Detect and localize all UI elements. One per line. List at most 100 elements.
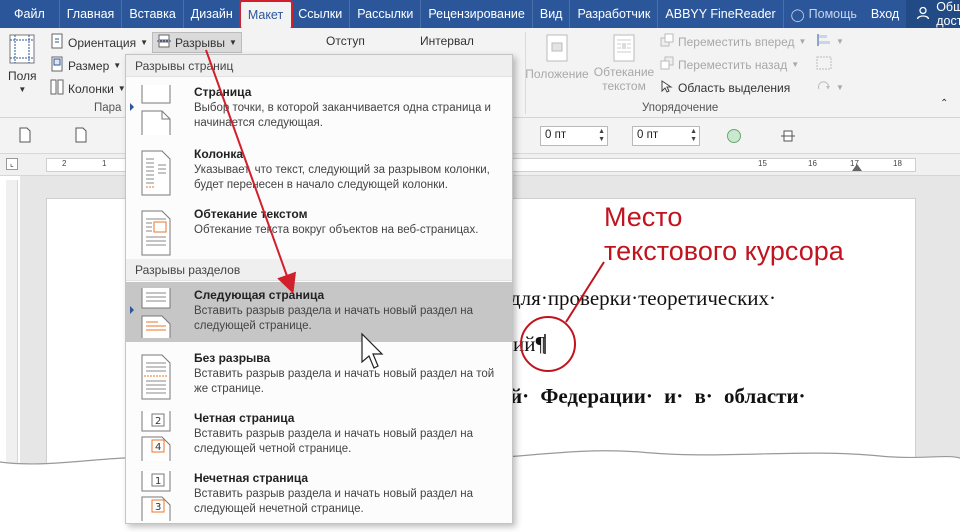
spacing-after-value: 0 пт xyxy=(637,129,659,141)
menu-item-text-wrapping[interactable]: Обтекание текстом Обтекание текста вокру… xyxy=(126,201,512,261)
ribbon-tab-bar: Файл Главная Вставка Дизайн Макет Ссылки… xyxy=(0,0,960,30)
current-marker-icon xyxy=(130,306,134,314)
menu-item-continuous[interactable]: Без разрыва Вставить разрыв раздела и на… xyxy=(126,345,512,405)
tab-mailings[interactable]: Рассылки xyxy=(350,0,422,28)
right-indent-marker[interactable] xyxy=(852,164,862,171)
bring-forward-label: Переместить вперед xyxy=(678,34,795,49)
circle-shape-icon[interactable] xyxy=(726,128,742,147)
size-label: Размер xyxy=(68,58,110,73)
breaks-dropdown-menu: Разрывы страниц Страница Выбор точки, в … xyxy=(125,54,513,524)
tab-file[interactable]: Файл xyxy=(0,0,60,28)
menu-item-even-page[interactable]: 24 Четная страница Вставить разрыв разде… xyxy=(126,405,512,465)
spacing-after-input[interactable]: 0 пт ▲ ▼ xyxy=(632,126,700,146)
margins-button[interactable]: Поля ▼ xyxy=(8,34,37,94)
margins-label: Поля xyxy=(8,69,37,83)
page-break-icon xyxy=(138,85,174,135)
chevron-down-icon: ▼ xyxy=(18,85,27,94)
page-icon[interactable] xyxy=(74,127,88,146)
columns-icon xyxy=(50,79,64,98)
indent-label: Отступ xyxy=(326,34,365,48)
send-backward-button[interactable]: Переместить назад ▼ xyxy=(660,56,799,73)
menu-item-description: Вставить разрыв раздела и начать новый р… xyxy=(194,368,495,395)
group-button[interactable] xyxy=(816,56,832,73)
current-marker-icon xyxy=(130,103,134,111)
document-text-line-1: для·проверки·теоретических· xyxy=(510,286,776,310)
ruler-tick: 16 xyxy=(808,159,817,168)
menu-item-odd-page[interactable]: 13 Нечетная страница Вставить разрыв раз… xyxy=(126,465,512,525)
menu-item-next-page[interactable]: Следующая страница Вставить разрыв разде… xyxy=(126,282,512,342)
spacing-label: Интервал xyxy=(420,34,474,48)
ruler-tick: 2 xyxy=(62,159,67,168)
menu-item-title: Четная страница xyxy=(194,411,295,425)
chevron-down-icon: ▼ xyxy=(836,37,844,46)
tab-layout[interactable]: Макет xyxy=(238,0,294,30)
page-icon[interactable] xyxy=(18,127,32,146)
menu-item-title: Страница xyxy=(194,85,252,99)
tab-abbyy[interactable]: ABBYY FineReader xyxy=(658,0,784,28)
tab-stop-selector[interactable]: ⌞ xyxy=(6,158,18,170)
continuous-break-icon xyxy=(138,351,174,400)
share-button[interactable]: Общий доступ xyxy=(906,0,960,28)
menu-item-description: Обтекание текста вокруг объектов на веб-… xyxy=(194,224,479,236)
align-object-icon[interactable] xyxy=(780,128,796,147)
bring-forward-icon xyxy=(660,33,674,50)
menu-item-column-break[interactable]: Колонка Указывает, что текст, следующий … xyxy=(126,141,512,201)
chevron-down-icon: ▼ xyxy=(791,60,800,69)
breaks-label: Разрывы xyxy=(175,35,225,50)
orientation-button[interactable]: Ориентация ▼ xyxy=(50,33,148,52)
tab-view[interactable]: Вид xyxy=(533,0,571,28)
spinner-icon[interactable]: ▲ ▼ xyxy=(598,128,605,144)
next-page-break-icon xyxy=(138,288,174,338)
menu-item-title: Колонка xyxy=(194,147,244,161)
menu-item-description: Выбор точки, в которой заканчивается одн… xyxy=(194,102,491,129)
column-break-icon xyxy=(138,147,174,196)
menu-item-description: Указывает, что текст, следующий за разры… xyxy=(194,164,490,191)
size-button[interactable]: Размер ▼ xyxy=(50,56,121,75)
tab-home[interactable]: Главная xyxy=(60,0,123,28)
chevron-down-icon: ▼ xyxy=(113,61,122,70)
spacing-before-value: 0 пт xyxy=(545,129,567,141)
ruler-tick: 18 xyxy=(893,159,902,168)
wrap-text-button[interactable]: Обтекание текстом xyxy=(592,34,656,93)
menu-item-title: Нечетная страница xyxy=(194,471,309,485)
spacing-before-input[interactable]: 0 пт ▲ ▼ xyxy=(540,126,608,146)
tab-insert[interactable]: Вставка xyxy=(122,0,184,28)
selection-pane-label: Область выделения xyxy=(678,80,791,95)
tab-references[interactable]: Ссылки xyxy=(291,0,351,28)
selection-pane-icon xyxy=(660,79,674,96)
position-button[interactable]: Положение xyxy=(522,34,592,81)
svg-text:4: 4 xyxy=(155,442,161,453)
position-label: Положение xyxy=(525,67,589,81)
menu-item-title: Следующая страница xyxy=(194,288,325,302)
tab-review[interactable]: Рецензирование xyxy=(421,0,533,28)
help-search[interactable]: ◯ Помощь xyxy=(784,0,864,28)
page-size-icon xyxy=(50,56,64,75)
menu-item-title: Без разрыва xyxy=(194,351,271,365)
align-button[interactable]: ▼ xyxy=(816,33,844,50)
columns-button[interactable]: Колонки ▼ xyxy=(50,79,126,98)
even-page-break-icon: 24 xyxy=(138,411,174,461)
selection-pane-button[interactable]: Область выделения xyxy=(660,79,790,96)
collapse-ribbon-icon[interactable]: ⌃ xyxy=(940,98,948,109)
menu-item-title: Обтекание текстом xyxy=(194,207,308,221)
signin-link[interactable]: Вход xyxy=(864,0,906,28)
menu-item-page-break[interactable]: Страница Выбор точки, в которой заканчив… xyxy=(126,79,512,139)
section-breaks-header: Разрывы разделов xyxy=(126,259,512,281)
tab-developer[interactable]: Разработчик xyxy=(570,0,659,28)
wrap-text-icon xyxy=(612,34,636,65)
breaks-button[interactable]: Разрывы ▼ xyxy=(152,32,242,53)
annotation-line-2: текстового курсора xyxy=(604,236,844,266)
document-text-line-2: ий¶ xyxy=(513,332,545,356)
menu-item-description: Вставить разрыв раздела и начать новый р… xyxy=(194,305,474,332)
send-backward-label: Переместить назад xyxy=(678,57,788,72)
spinner-icon[interactable]: ▲ ▼ xyxy=(690,128,697,144)
breaks-icon xyxy=(157,34,171,51)
svg-text:2: 2 xyxy=(155,416,161,427)
chevron-down-icon: ▼ xyxy=(836,83,844,92)
bring-forward-button[interactable]: Переместить вперед ▼ xyxy=(660,33,806,50)
tab-design[interactable]: Дизайн xyxy=(184,0,241,28)
rotate-button[interactable]: ▼ xyxy=(816,79,844,96)
margins-icon xyxy=(8,34,36,67)
person-icon xyxy=(916,6,930,23)
align-icon xyxy=(816,33,832,50)
